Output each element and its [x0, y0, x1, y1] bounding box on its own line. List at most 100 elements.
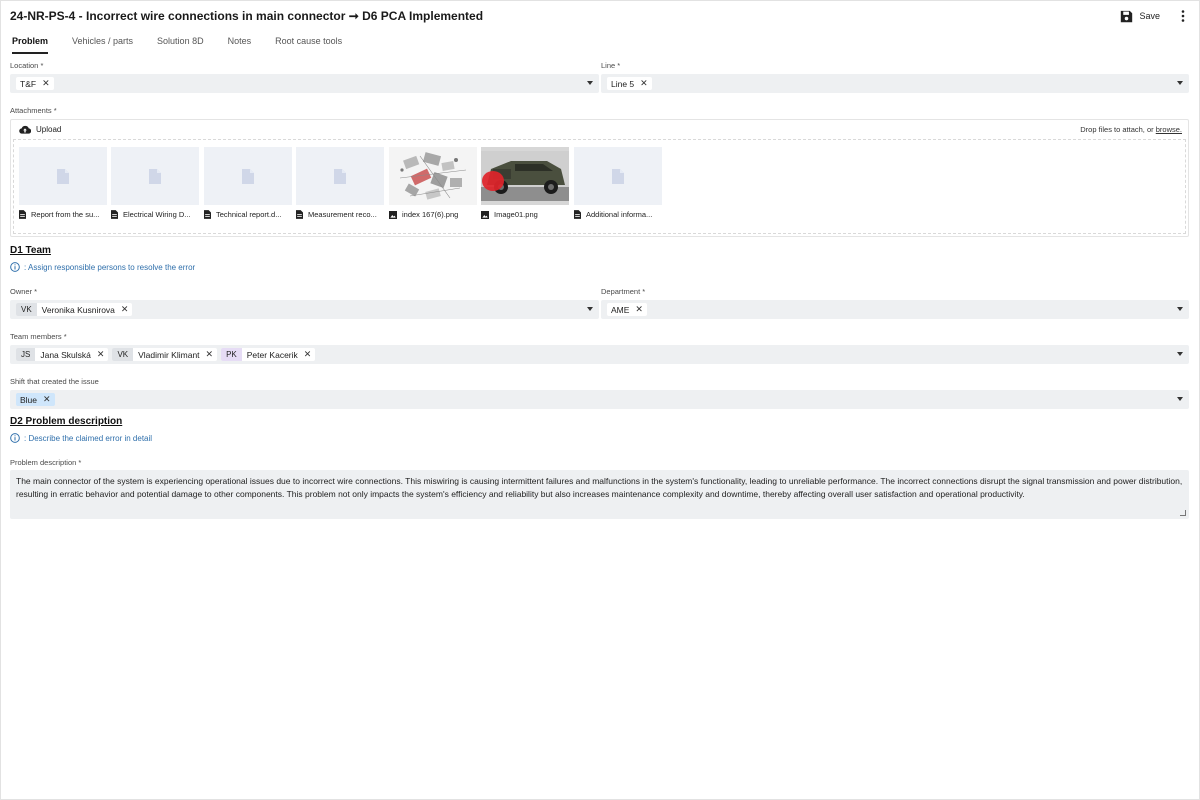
attachment-preview	[19, 147, 107, 205]
file-placeholder-icon	[149, 168, 161, 184]
attachment-item[interactable]: index 167(6).png	[389, 147, 477, 227]
tab-root-cause-tools[interactable]: Root cause tools	[275, 36, 342, 54]
d1-team-heading: D1 Team	[10, 245, 51, 256]
attachment-preview	[389, 147, 477, 205]
attachment-item[interactable]: Measurement reco...	[296, 147, 384, 227]
problem-description-textarea[interactable]: The main connector of the system is expe…	[10, 470, 1189, 519]
attachment-preview	[574, 147, 662, 205]
document-icon	[296, 210, 303, 219]
team-members-select[interactable]: JS Jana Skulská ✕ VK Vladimir Klimant ✕ …	[10, 345, 1189, 364]
location-select[interactable]: T&F ✕	[10, 74, 599, 93]
department-label: Department *	[601, 287, 646, 296]
attachment-preview	[481, 147, 569, 205]
header-actions: Save	[1112, 8, 1190, 25]
team-member-name: Peter Kacerik	[246, 349, 298, 360]
avatar: VK	[16, 303, 37, 316]
remove-owner-chip-icon[interactable]: ✕	[121, 305, 129, 314]
vehicle-photo-thumbnail	[481, 151, 569, 201]
upload-button[interactable]: Upload	[19, 125, 61, 134]
tab-problem[interactable]: Problem	[12, 36, 49, 54]
remove-department-chip-icon[interactable]: ✕	[635, 305, 643, 314]
owner-chip-label: Veronika Kusnirova	[41, 304, 115, 315]
team-members-dropdown-caret-icon[interactable]	[1177, 352, 1183, 356]
team-member-name: Vladimir Klimant	[138, 349, 200, 360]
page-header: 24-NR-PS-4 - Incorrect wire connections …	[10, 6, 1190, 26]
owner-label: Owner *	[10, 287, 38, 296]
department-chip-label: AME	[611, 304, 630, 315]
kebab-menu-icon	[1181, 10, 1185, 22]
browse-link[interactable]: browse.	[1156, 125, 1182, 134]
file-placeholder-icon	[242, 168, 254, 184]
team-members-label: Team members *	[10, 332, 67, 341]
avatar: JS	[16, 348, 36, 361]
info-icon	[10, 433, 20, 443]
attachment-preview	[296, 147, 384, 205]
shift-select[interactable]: Blue ✕	[10, 390, 1189, 409]
line-chip-label: Line 5	[611, 78, 635, 89]
remove-location-chip-icon[interactable]: ✕	[42, 79, 50, 88]
floppy-disk-icon	[1121, 10, 1133, 22]
tab-solution-8d[interactable]: Solution 8D	[157, 36, 204, 54]
attachment-filename: Report from the su...	[31, 210, 100, 219]
shift-chip: Blue ✕	[16, 393, 55, 406]
drop-files-text: Drop files to attach, or browse.	[1080, 125, 1182, 134]
attachments-label: Attachments *	[10, 106, 57, 115]
upload-row: Upload Drop files to attach, or browse.	[11, 120, 1188, 138]
document-icon	[19, 210, 26, 219]
problem-description-label: Problem description *	[10, 458, 82, 467]
d1-team-hint: : Assign responsible persons to resolve …	[10, 262, 195, 272]
shift-dropdown-caret-icon[interactable]	[1177, 397, 1183, 401]
tab-vehicles-parts[interactable]: Vehicles / parts	[72, 36, 133, 54]
line-dropdown-caret-icon[interactable]	[1177, 81, 1183, 85]
attachment-preview	[111, 147, 199, 205]
location-label: Location *	[10, 61, 44, 70]
more-options-button[interactable]	[1176, 8, 1190, 24]
file-placeholder-icon	[612, 168, 624, 184]
info-icon	[10, 262, 20, 272]
attachments-dropzone[interactable]: Report from the su... Electrical Wiring …	[13, 139, 1186, 234]
department-dropdown-caret-icon[interactable]	[1177, 307, 1183, 311]
remove-shift-chip-icon[interactable]: ✕	[43, 395, 51, 404]
file-placeholder-icon	[57, 168, 69, 184]
page-title: 24-NR-PS-4 - Incorrect wire connections …	[10, 9, 484, 23]
attachment-item[interactable]: Image01.png	[481, 147, 569, 227]
team-member-chip: JS Jana Skulská ✕	[16, 348, 109, 361]
line-select[interactable]: Line 5 ✕	[601, 74, 1189, 93]
avatar: VK	[112, 348, 134, 361]
attachment-filename: Technical report.d...	[216, 210, 282, 219]
remove-team-member-icon[interactable]: ✕	[97, 350, 105, 359]
department-select[interactable]: AME ✕	[601, 300, 1189, 319]
file-placeholder-icon	[334, 168, 346, 184]
image-icon	[389, 210, 397, 219]
location-dropdown-caret-icon[interactable]	[587, 81, 593, 85]
attachment-item[interactable]: Electrical Wiring D...	[111, 147, 199, 227]
attachment-filename: index 167(6).png	[402, 210, 459, 219]
remove-team-member-icon[interactable]: ✕	[304, 350, 312, 359]
owner-select[interactable]: VK Veronika Kusnirova ✕	[10, 300, 599, 319]
resize-handle-icon[interactable]	[1180, 510, 1186, 516]
tab-notes[interactable]: Notes	[228, 36, 252, 54]
remove-team-member-icon[interactable]: ✕	[206, 350, 214, 359]
team-member-chip: VK Vladimir Klimant ✕	[112, 348, 218, 361]
attachment-item[interactable]: Additional informa...	[574, 147, 662, 227]
attachment-filename: Image01.png	[494, 210, 538, 219]
drop-files-label: Drop files to attach, or	[1080, 124, 1154, 134]
attachment-filename: Additional informa...	[586, 210, 653, 219]
tab-bar: Problem Vehicles / parts Solution 8D Not…	[12, 36, 366, 54]
line-label: Line *	[601, 61, 621, 70]
owner-dropdown-caret-icon[interactable]	[587, 307, 593, 311]
document-icon	[204, 210, 211, 219]
attachment-filename: Measurement reco...	[308, 210, 377, 219]
problem-description-text: The main connector of the system is expe…	[16, 476, 1183, 499]
team-member-name: Jana Skulská	[40, 349, 91, 360]
remove-line-chip-icon[interactable]: ✕	[640, 79, 648, 88]
attachment-item[interactable]: Technical report.d...	[204, 147, 292, 227]
d2-problem-hint: : Describe the claimed error in detail	[10, 433, 152, 443]
save-button[interactable]: Save	[1112, 8, 1168, 25]
shift-label: Shift that created the issue	[10, 377, 99, 386]
attachment-item[interactable]: Report from the su...	[19, 147, 107, 227]
d2-problem-hint-text: : Describe the claimed error in detail	[24, 433, 153, 443]
shift-chip-label: Blue	[20, 394, 38, 405]
owner-chip: VK Veronika Kusnirova ✕	[16, 303, 133, 316]
line-chip: Line 5 ✕	[607, 77, 652, 90]
